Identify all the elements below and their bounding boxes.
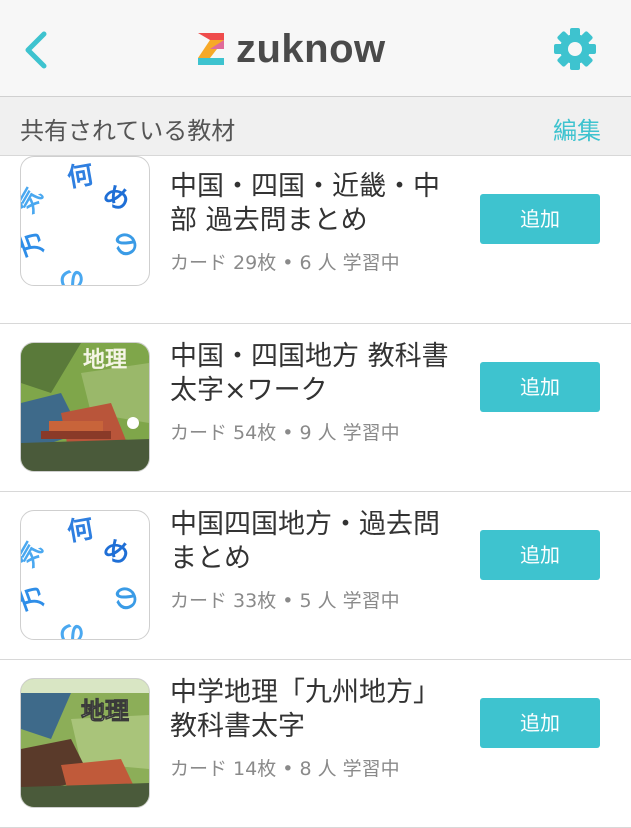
- add-button[interactable]: 追加: [480, 530, 600, 580]
- svg-text:の: の: [56, 262, 87, 285]
- zuknow-logo-icon: [198, 33, 224, 65]
- geography-textbook-image: 地理: [21, 343, 149, 471]
- add-button[interactable]: 追加: [480, 698, 600, 748]
- material-meta: カード 54枚 • 9 人 学習中: [170, 422, 400, 444]
- add-button[interactable]: 追加: [480, 362, 600, 412]
- app-logo: zuknow: [196, 26, 386, 72]
- list-item[interactable]: 何 め の の 方 気 中国・四国・近畿・中部 過去問まとめ カード 29枚 •…: [0, 156, 631, 324]
- settings-button[interactable]: [552, 26, 598, 72]
- geography-textbook-image: 地理: [21, 679, 149, 807]
- circle-characters-image: 何 め の の 方 気: [21, 160, 144, 285]
- section-header: 共有されている教材 編集: [0, 97, 631, 156]
- list-item[interactable]: 地理 中学地理「九州地方」教科書太字 カード 14枚 • 8 人 学習中 追加: [0, 660, 631, 828]
- app-name: zuknow: [236, 26, 386, 71]
- svg-text:め: め: [98, 533, 136, 572]
- material-meta: カード 14枚 • 8 人 学習中: [170, 758, 400, 780]
- svg-text:の: の: [106, 227, 143, 262]
- material-list: 何 め の の 方 気 中国・四国・近畿・中部 過去問まとめ カード 29枚 •…: [0, 156, 631, 828]
- svg-text:気: 気: [21, 537, 48, 572]
- gear-icon: [554, 28, 596, 70]
- material-meta: カード 29枚 • 6 人 学習中: [170, 252, 400, 274]
- svg-text:何: 何: [65, 160, 96, 194]
- list-item[interactable]: 地理 中国・四国地方 教科書太字×ワーク カード 54枚 • 9 人 学習中 追…: [0, 324, 631, 492]
- svg-text:め: め: [98, 179, 136, 218]
- material-thumbnail: 何 め の の 方 気: [20, 510, 150, 640]
- svg-text:の: の: [106, 581, 143, 616]
- material-thumbnail: 何 め の の 方 気: [20, 156, 150, 286]
- material-meta: カード 33枚 • 5 人 学習中: [170, 590, 400, 612]
- material-thumbnail: 地理: [20, 342, 150, 472]
- material-title: 中国・四国・近畿・中部 過去問まとめ: [170, 171, 440, 236]
- chevron-left-icon: [25, 31, 47, 69]
- svg-text:方: 方: [21, 580, 50, 615]
- add-button[interactable]: 追加: [480, 194, 600, 244]
- svg-text:地理: 地理: [83, 348, 127, 373]
- svg-text:気: 気: [21, 183, 48, 218]
- material-title: 中国・四国地方 教科書太字×ワーク: [170, 341, 449, 406]
- svg-text:何: 何: [65, 514, 96, 548]
- material-thumbnail: 地理: [20, 678, 150, 808]
- edit-button[interactable]: 編集: [553, 111, 601, 146]
- material-title: 中国四国地方・過去問まとめ: [170, 509, 440, 574]
- back-button[interactable]: [18, 28, 58, 72]
- svg-text:の: の: [56, 616, 87, 639]
- svg-text:地理: 地理: [81, 697, 129, 725]
- top-nav-bar: zuknow: [0, 0, 631, 97]
- section-title: 共有されている教材: [20, 117, 236, 145]
- svg-text:方: 方: [21, 226, 50, 261]
- circle-characters-image: 何 め の の 方 気: [21, 514, 144, 639]
- material-title: 中学地理「九州地方」教科書太字: [170, 677, 440, 742]
- list-item[interactable]: 何 め の の 方 気 中国四国地方・過去問まとめ カード 33枚 • 5 人 …: [0, 492, 631, 660]
